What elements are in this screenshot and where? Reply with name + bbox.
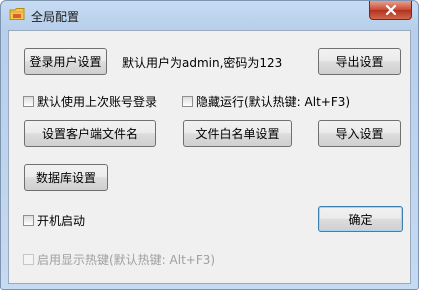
folder-icon <box>9 8 25 20</box>
settings-window: 全局配置 登录用户设置 默认用户为admin,密码为123 导出设置 默认使用上… <box>0 0 419 290</box>
file-whitelist-button[interactable]: 文件白名单设置 <box>183 120 292 147</box>
dialog-body: 登录用户设置 默认用户为admin,密码为123 导出设置 默认使用上次账号登录… <box>8 30 411 284</box>
checkbox-label: 隐藏运行(默认热键: Alt+F3) <box>196 95 351 109</box>
ok-button[interactable]: 确定 <box>318 206 403 232</box>
export-settings-button[interactable]: 导出设置 <box>318 48 401 75</box>
login-user-settings-button[interactable]: 登录用户设置 <box>24 48 107 75</box>
close-button[interactable] <box>369 1 412 20</box>
checkbox-box <box>23 254 34 265</box>
checkbox-box[interactable] <box>23 96 34 107</box>
use-last-account-checkbox[interactable]: 默认使用上次账号登录 <box>23 93 157 110</box>
enable-show-hotkey-checkbox: 启用显示热键(默认热键: Alt+F3) <box>23 251 215 268</box>
close-icon <box>385 5 396 15</box>
checkbox-box[interactable] <box>182 96 193 107</box>
window-title: 全局配置 <box>31 10 80 24</box>
checkbox-label: 开机启动 <box>37 214 86 228</box>
title-bar[interactable]: 全局配置 <box>1 1 418 29</box>
checkbox-box[interactable] <box>23 215 34 226</box>
hide-running-checkbox[interactable]: 隐藏运行(默认热键: Alt+F3) <box>182 93 350 110</box>
client-filename-button[interactable]: 设置客户端文件名 <box>24 120 156 147</box>
database-settings-button[interactable]: 数据库设置 <box>24 164 108 191</box>
import-settings-button[interactable]: 导入设置 <box>318 120 401 147</box>
checkbox-label: 默认使用上次账号登录 <box>37 95 158 109</box>
start-on-boot-checkbox[interactable]: 开机启动 <box>23 212 85 229</box>
default-user-info: 默认用户为admin,密码为123 <box>122 56 283 70</box>
checkbox-label: 启用显示热键(默认热键: Alt+F3) <box>37 253 216 267</box>
